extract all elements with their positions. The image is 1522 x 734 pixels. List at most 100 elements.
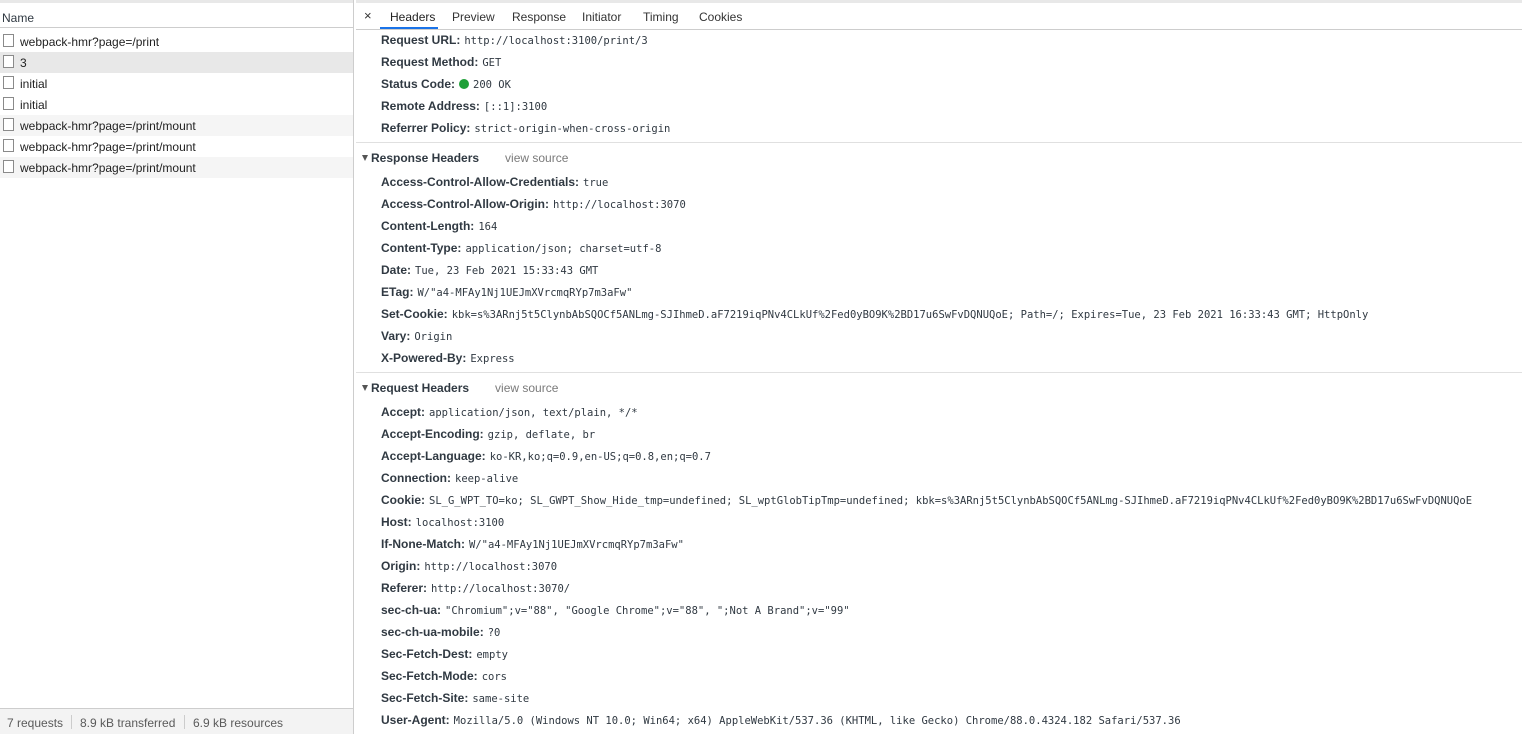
header-value: Tue, 23 Feb 2021 15:33:43 GMT [415, 265, 599, 277]
header-key: ETag: [381, 285, 414, 299]
request-headers-section-toggle[interactable]: Request Headers view source [362, 381, 558, 395]
header-value: [::1]:3100 [483, 101, 548, 113]
detail-tabbar: × Headers Preview Response Initiator Tim… [356, 0, 1522, 30]
header-row: Accept-Language: ko-KR,ko;q=0.9,en-US;q=0… [381, 449, 711, 463]
header-key: Sec-Fetch-Mode: [381, 669, 478, 683]
header-row: If-None-Match: W/"a4-MFAy1Nj1UEJmXVrcmqRY… [381, 537, 684, 551]
header-value: 164 [478, 221, 498, 233]
header-row: Status Code: 200 OK [381, 77, 511, 91]
header-value: ko-KR,ko;q=0.9,en-US;q=0.8,en;q=0.7 [489, 451, 711, 463]
request-name: initial [20, 98, 48, 112]
request-row[interactable]: webpack-hmr?page=/print/mount [0, 157, 353, 178]
tab-preview[interactable]: Preview [452, 10, 495, 24]
request-detail-panel: × Headers Preview Response Initiator Tim… [356, 0, 1522, 734]
tab-cookies[interactable]: Cookies [699, 10, 742, 24]
header-key: Referrer Policy: [381, 121, 471, 135]
tab-response[interactable]: Response [512, 10, 566, 24]
header-key: Content-Type: [381, 241, 462, 255]
section-title: Request Headers [371, 381, 470, 395]
file-icon [3, 97, 14, 110]
header-key: Sec-Fetch-Dest: [381, 647, 473, 661]
header-key: Request Method: [381, 55, 479, 69]
header-key: Vary: [381, 329, 411, 343]
section-title: Response Headers [371, 151, 480, 165]
request-name: webpack-hmr?page=/print/mount [20, 119, 196, 133]
request-name: 3 [20, 56, 27, 70]
header-value: W/"a4-MFAy1Nj1UEJmXVrcmqRYp7m3aFw" [469, 539, 684, 551]
header-key: Sec-Fetch-Site: [381, 691, 469, 705]
response-headers-section-toggle[interactable]: Response Headers view source [362, 151, 568, 165]
header-row: Sec-Fetch-Mode: cors [381, 669, 507, 683]
tab-initiator[interactable]: Initiator [582, 10, 621, 24]
header-key: User-Agent: [381, 713, 450, 727]
request-row[interactable]: initial [0, 94, 353, 115]
header-row: Request Method: GET [381, 55, 501, 69]
header-value: application/json, text/plain, */* [429, 407, 638, 419]
header-value: http://localhost:3070 [424, 561, 558, 573]
header-key: Accept: [381, 405, 426, 419]
transferred-size: 8.9 kB transferred [80, 716, 176, 730]
file-icon [3, 160, 14, 173]
request-row[interactable]: webpack-hmr?page=/print [0, 31, 353, 52]
header-value: true [583, 177, 609, 189]
divider [71, 715, 72, 729]
header-row: Host: localhost:3100 [381, 515, 504, 529]
header-row: Set-Cookie: kbk=s%3ARnj5t5ClynbAbSQOCf5AN… [381, 307, 1368, 321]
header-value: strict-origin-when-cross-origin [474, 123, 671, 135]
file-icon [3, 55, 14, 68]
header-row: Origin: http://localhost:3070 [381, 559, 557, 573]
header-key: Host: [381, 515, 412, 529]
header-row: Remote Address: [::1]:3100 [381, 99, 547, 113]
request-name: webpack-hmr?page=/print/mount [20, 140, 196, 154]
header-key: Cookie: [381, 493, 426, 507]
header-row: Connection: keep-alive [381, 471, 518, 485]
header-row: User-Agent: Mozilla/5.0 (Windows NT 10.0;… [381, 713, 1181, 727]
divider [184, 715, 185, 729]
header-row: sec-ch-ua-mobile: ?0 [381, 625, 500, 639]
section-divider [356, 372, 1522, 373]
header-value: http://localhost:3100/print/3 [464, 35, 648, 47]
header-row: Request URL: http://localhost:3100/print/… [381, 33, 648, 47]
header-row: Sec-Fetch-Site: same-site [381, 691, 529, 705]
header-row: Referrer Policy: strict-origin-when-cross… [381, 121, 670, 135]
request-count: 7 requests [7, 716, 64, 730]
triangle-down-icon [362, 155, 368, 161]
request-row-selected[interactable]: 3 [0, 52, 353, 73]
tab-timing[interactable]: Timing [643, 10, 679, 24]
section-divider [356, 142, 1522, 143]
request-row[interactable]: initial [0, 73, 353, 94]
header-key: sec-ch-ua: [381, 603, 442, 617]
header-value: localhost:3100 [415, 517, 505, 529]
header-value: empty [476, 649, 508, 661]
header-row: Vary: Origin [381, 329, 452, 343]
header-key: Origin: [381, 559, 421, 573]
header-row: Cookie: SL_G_WPT_TO=ko; SL_GWPT_Show_Hide… [381, 493, 1472, 507]
name-column-header[interactable]: Name [0, 0, 353, 28]
header-key: X-Powered-By: [381, 351, 467, 365]
header-value: Origin [414, 331, 453, 343]
header-key: Access-Control-Allow-Credentials: [381, 175, 580, 189]
request-list: webpack-hmr?page=/print 3 initial initia… [0, 31, 353, 178]
view-source-link[interactable]: view source [505, 151, 568, 165]
header-row: X-Powered-By: Express [381, 351, 515, 365]
header-key: Date: [381, 263, 412, 277]
header-value: application/json; charset=utf-8 [465, 243, 662, 255]
request-row[interactable]: webpack-hmr?page=/print/mount [0, 115, 353, 136]
triangle-down-icon [362, 385, 368, 391]
header-value: gzip, deflate, br [487, 429, 596, 441]
header-row: sec-ch-ua: "Chromium";v="88", "Google Chr… [381, 603, 850, 617]
name-column-label: Name [2, 11, 35, 25]
header-value: cors [481, 671, 507, 683]
header-value: ?0 [487, 627, 501, 639]
header-row: Accept-Encoding: gzip, deflate, br [381, 427, 595, 441]
header-row: Sec-Fetch-Dest: empty [381, 647, 508, 661]
tab-headers[interactable]: Headers [390, 10, 435, 24]
header-key: If-None-Match: [381, 537, 465, 551]
header-key: Accept-Language: [381, 449, 486, 463]
view-source-link[interactable]: view source [495, 381, 558, 395]
request-row[interactable]: webpack-hmr?page=/print/mount [0, 136, 353, 157]
close-icon[interactable]: × [364, 8, 372, 23]
file-icon [3, 139, 14, 152]
header-row: Access-Control-Allow-Credentials: true [381, 175, 608, 189]
request-name: webpack-hmr?page=/print/mount [20, 161, 196, 175]
